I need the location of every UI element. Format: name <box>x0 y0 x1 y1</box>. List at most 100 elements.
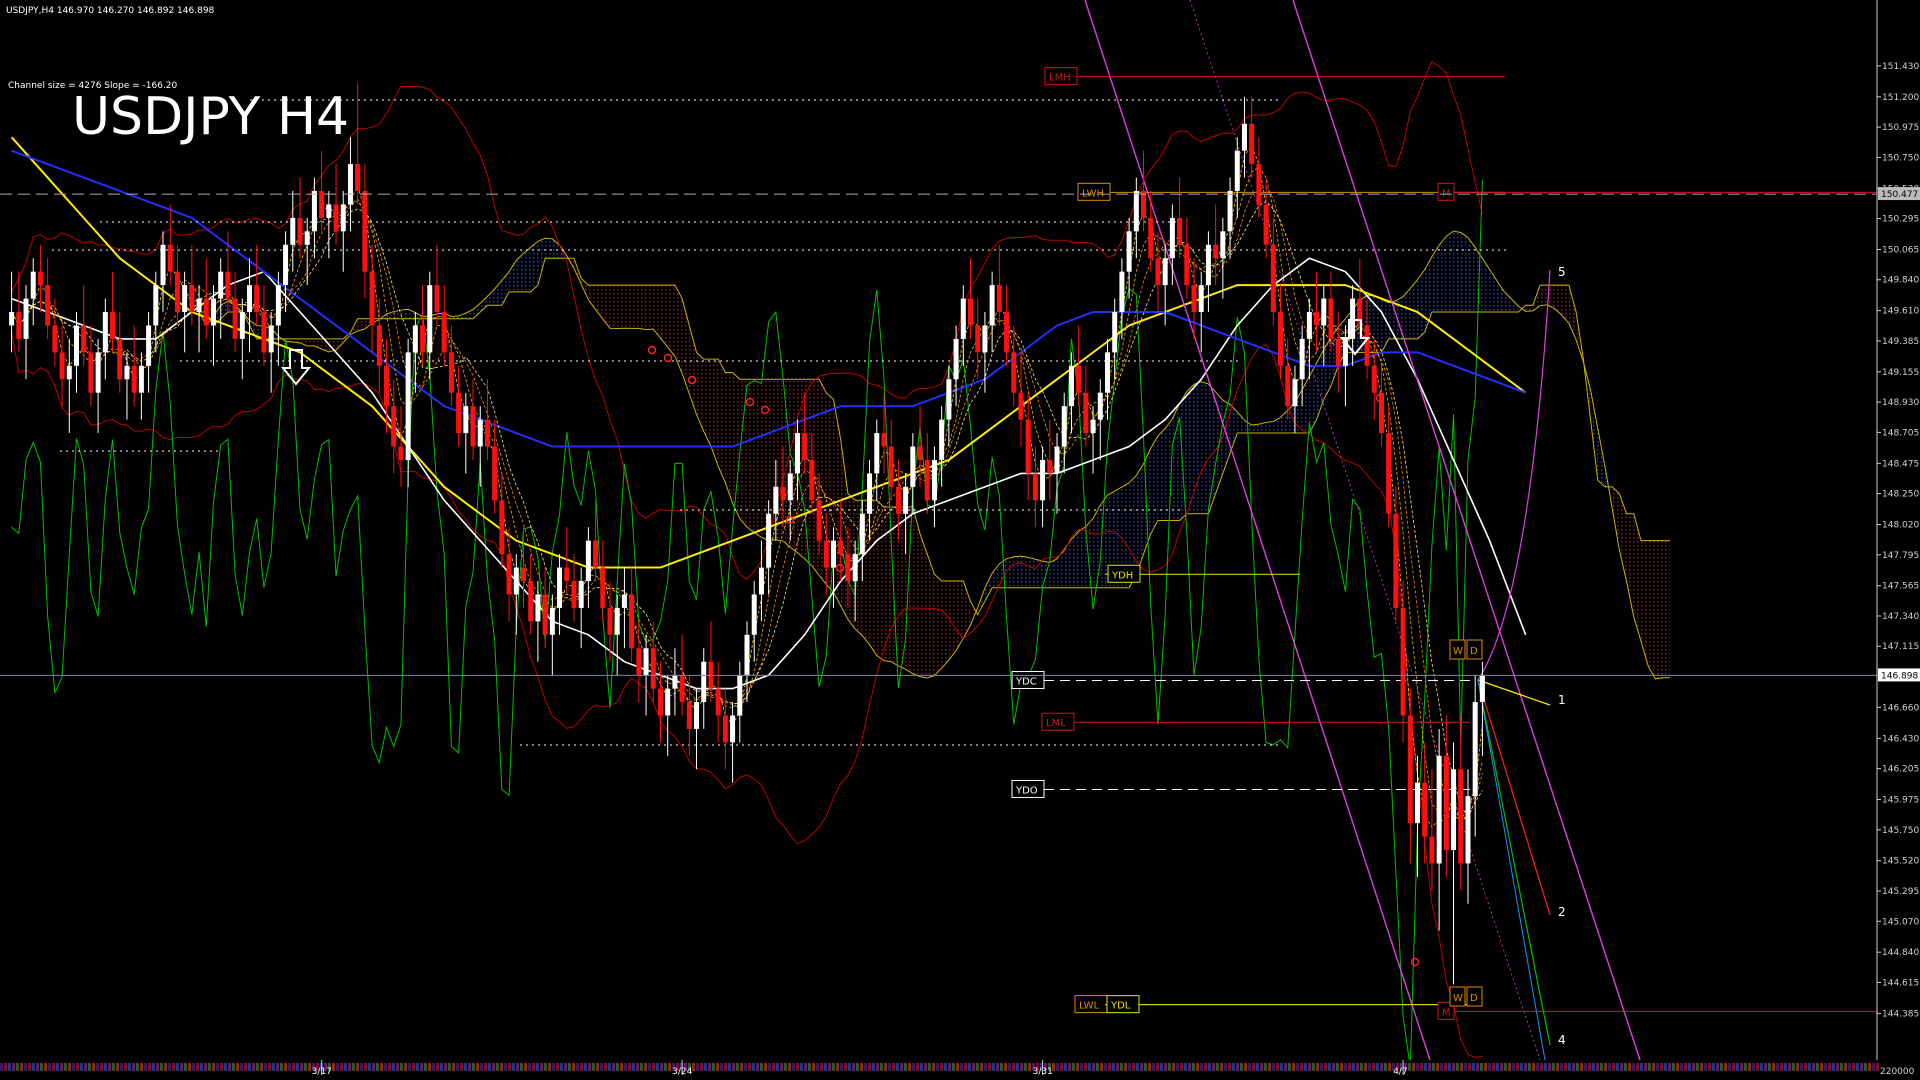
wd-marker-label: D <box>1470 646 1478 657</box>
volume-strip-cell <box>168 1063 171 1071</box>
volume-strip-cell <box>812 1063 815 1071</box>
volume-strip-cell <box>160 1063 163 1071</box>
candle-body <box>398 446 404 460</box>
volume-strip-cell <box>148 1063 151 1071</box>
candle-body <box>982 325 988 353</box>
volume-strip-cell <box>1652 1063 1655 1071</box>
candle-body <box>1270 244 1276 313</box>
volume-strip-cell <box>524 1063 527 1071</box>
cloud-segment <box>1093 505 1101 588</box>
candle-body <box>1429 836 1435 864</box>
cloud-segment <box>1201 381 1209 514</box>
volume-strip-cell <box>1000 1063 1003 1071</box>
volume-strip-cell <box>1128 1063 1131 1071</box>
candle-body <box>1018 392 1024 420</box>
volume-strip-cell <box>1548 1063 1551 1071</box>
candle-body <box>614 607 620 635</box>
volume-strip-cell <box>828 1063 831 1071</box>
volume-strip-cell <box>1372 1063 1375 1071</box>
volume-strip-cell <box>1760 1063 1763 1071</box>
y-tick-label: 150.295 <box>1882 215 1919 225</box>
volume-strip-cell <box>200 1063 203 1071</box>
volume-strip-cell <box>1324 1063 1327 1071</box>
candle-body <box>355 164 361 191</box>
candle-body <box>340 204 346 232</box>
volume-strip-cell <box>1432 1063 1435 1071</box>
volume-strip-cell <box>76 1063 79 1071</box>
candle-body <box>138 365 144 393</box>
candle-body <box>499 500 505 555</box>
candle-body <box>766 513 772 568</box>
marked-price-label: 150.477 <box>1881 190 1918 200</box>
candle-body <box>1213 244 1219 259</box>
candle-body <box>1112 312 1118 353</box>
volume-strip-cell <box>1468 1063 1471 1071</box>
volume-strip-cell <box>904 1063 907 1071</box>
y-tick-label: 144.840 <box>1882 948 1919 958</box>
volume-strip-cell <box>1736 1063 1739 1071</box>
volume-strip-cell <box>396 1063 399 1071</box>
candle-body <box>1350 298 1356 339</box>
candle-body <box>758 567 764 595</box>
volume-strip-cell <box>1808 1063 1811 1071</box>
volume-strip-cell <box>1436 1063 1439 1071</box>
volume-strip-cell <box>748 1063 751 1071</box>
candle-body <box>1407 715 1413 824</box>
cloud-segment <box>1540 285 1548 306</box>
volume-strip-cell <box>1512 1063 1515 1071</box>
volume-strip-cell <box>1672 1063 1675 1071</box>
volume-strip-cell <box>648 1063 651 1071</box>
y-tick-label: 149.840 <box>1882 276 1919 286</box>
volume-strip-cell <box>1620 1063 1623 1071</box>
volume-strip-cell <box>1676 1063 1679 1071</box>
candle-body <box>232 298 238 339</box>
volume-strip-cell <box>572 1063 575 1071</box>
volume-strip-cell <box>704 1063 707 1071</box>
volume-strip-cell <box>1600 1063 1603 1071</box>
volume-strip-cell <box>1368 1063 1371 1071</box>
y-tick-label: 149.610 <box>1882 307 1919 317</box>
volume-strip-cell <box>600 1063 603 1071</box>
y-tick-label: 144.385 <box>1882 1009 1919 1019</box>
candle-body <box>441 312 447 353</box>
volume-strip-cell <box>212 1063 215 1071</box>
level-label: M <box>1442 1007 1451 1018</box>
cloud-segment <box>754 379 762 538</box>
volume-strip-cell <box>164 1063 167 1071</box>
volume-strip-cell <box>944 1063 947 1071</box>
volume-strip-cell <box>1148 1063 1151 1071</box>
cloud-segment <box>530 241 538 292</box>
volume-strip-cell <box>300 1063 303 1071</box>
candle-body <box>1299 338 1305 380</box>
volume-strip-cell <box>1244 1063 1247 1071</box>
price-chart[interactable]: 5124 LMHLWH MYDHYDCLMLYDOLWL YDLMW DW D 151.… <box>0 0 1920 1080</box>
volume-strip-cell <box>1560 1063 1563 1071</box>
volume-strip-cell <box>480 1063 483 1071</box>
volume-strip-cell <box>1488 1063 1491 1071</box>
candle-body <box>456 392 462 434</box>
volume-strip-cell <box>236 1063 239 1071</box>
level-label: YDH <box>1111 570 1133 581</box>
volume-strip-cell <box>1352 1063 1355 1071</box>
candle-body <box>600 567 606 608</box>
cloud-segment <box>1208 383 1216 514</box>
volume-strip-cell <box>484 1063 487 1071</box>
volume-strip-cell <box>876 1063 879 1071</box>
volume-strip-cell <box>204 1063 207 1071</box>
volume-strip-cell <box>1508 1063 1511 1071</box>
volume-strip-cell <box>256 1063 259 1071</box>
candle-body <box>535 594 541 622</box>
volume-strip-cell <box>1724 1063 1727 1071</box>
candle-body <box>1198 285 1204 313</box>
volume-strip-cell <box>224 1063 227 1071</box>
volume-strip-cell <box>468 1063 471 1071</box>
volume-strip-cell <box>608 1063 611 1071</box>
volume-strip-cell <box>620 1063 623 1071</box>
y-tick-label: 145.520 <box>1882 857 1919 867</box>
candle-body <box>1141 190 1147 218</box>
volume-strip-cell <box>1784 1063 1787 1071</box>
volume-strip-cell <box>844 1063 847 1071</box>
volume-strip-cell <box>1100 1063 1103 1071</box>
candle-body <box>578 581 584 608</box>
cloud-segment <box>1467 237 1476 313</box>
